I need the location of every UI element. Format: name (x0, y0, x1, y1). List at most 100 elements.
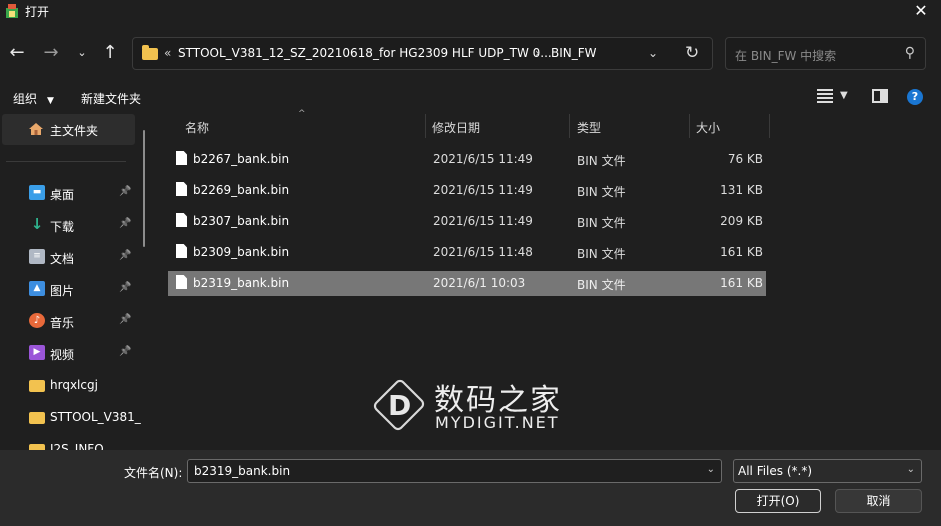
sidebar-item[interactable]: hrqxlcgj (0, 372, 140, 398)
pin-icon: 📌 (119, 250, 132, 261)
sidebar-item[interactable]: ▶ 视频 📌 (0, 340, 140, 366)
desktop-icon: ▬ (29, 185, 45, 200)
search-box[interactable]: 在 BIN_FW 中搜索 ⚲ (725, 37, 926, 70)
sidebar-item-label: I2S_INFO (50, 442, 104, 450)
file-row[interactable]: b2267_bank.bin 2021/6/15 11:49 BIN 文件 76 KB (168, 147, 766, 172)
breadcrumb-parent[interactable]: STTOOL_V381_12_SZ_20210618_for HG2309 HL… (178, 46, 552, 60)
pin-icon: 📌 (119, 346, 132, 357)
picture-icon: ▲ (29, 281, 45, 296)
logo-letter: D (388, 389, 412, 422)
column-divider[interactable] (569, 114, 570, 138)
file-date: 2021/6/15 11:48 (433, 245, 533, 259)
cancel-button[interactable]: 取消 (835, 489, 922, 513)
file-size: 76 KB (727, 152, 763, 166)
sidebar-scrollbar[interactable] (143, 130, 145, 247)
sidebar-item[interactable]: ↓ 下载 📌 (0, 212, 140, 238)
chevron-down-icon[interactable]: ⌄ (707, 464, 715, 475)
sidebar-divider (6, 161, 126, 162)
close-button[interactable]: ✕ (901, 0, 941, 24)
file-icon (176, 182, 187, 196)
pin-icon: 📌 (119, 218, 132, 229)
search-input[interactable]: 在 BIN_FW 中搜索 (735, 47, 836, 64)
sidebar-item[interactable]: STTOOL_V381_ (0, 404, 141, 430)
app-icon (6, 4, 18, 18)
file-name: b2267_bank.bin (193, 152, 290, 166)
file-size: 161 KB (720, 276, 763, 290)
sidebar-item[interactable]: ♪ 音乐 📌 (0, 308, 140, 334)
home-icon (29, 123, 43, 135)
document-icon: ≡ (29, 249, 45, 264)
file-date: 2021/6/15 11:49 (433, 214, 533, 228)
filename-field[interactable]: b2319_bank.bin ⌄ (187, 459, 722, 483)
search-icon: ⚲ (904, 45, 915, 61)
chevron-down-icon[interactable]: ⌄ (907, 464, 915, 475)
file-row[interactable]: b2309_bank.bin 2021/6/15 11:48 BIN 文件 161 K… (168, 240, 766, 265)
column-header-size[interactable]: 大小 (696, 119, 720, 136)
preview-pane-icon[interactable] (872, 89, 888, 103)
download-icon: ↓ (30, 215, 44, 233)
close-icon: ✕ (914, 1, 928, 20)
filename-label: 文件名(N): (124, 466, 183, 480)
help-icon[interactable]: ? (907, 89, 923, 105)
breadcrumb-separator[interactable]: › (535, 46, 540, 60)
sidebar-item-label: 主文件夹 (50, 124, 99, 138)
file-type-value[interactable]: All Files (*.*) (738, 464, 812, 478)
navigation-bar: ← → ⌄ ↑ « STTOOL_V381_12_SZ_20210618_for… (0, 32, 941, 76)
chevron-down-icon: ⌄ (77, 46, 87, 59)
organize-menu[interactable]: 组织 ▼ (13, 90, 54, 107)
file-date: 2021/6/15 11:49 (433, 152, 533, 166)
column-header-type[interactable]: 类型 (577, 119, 601, 136)
refresh-icon[interactable]: ↻ (685, 43, 699, 63)
navigation-pane: 主文件夹 ▬ 桌面 📌 ↓ 下载 📌 ≡ 文档 📌 ▲ 图片 📌 ♪ 音乐 📌 ▶ 视频 📌 hrqxlcgj STT… (0, 114, 150, 450)
column-header-date[interactable]: 修改日期 (432, 119, 480, 136)
recent-locations-button[interactable]: ⌄ (70, 41, 94, 65)
sidebar-item[interactable]: ▲ 图片 📌 (0, 276, 140, 302)
file-type: BIN 文件 (577, 278, 626, 292)
column-divider[interactable] (689, 114, 690, 138)
address-bar[interactable]: « STTOOL_V381_12_SZ_20210618_for HG2309 … (132, 37, 713, 70)
sidebar-item[interactable]: ▬ 桌面 📌 (0, 180, 140, 206)
pin-icon: 📌 (119, 282, 132, 293)
file-row[interactable]: b2269_bank.bin 2021/6/15 11:49 BIN 文件 131 K… (168, 178, 766, 203)
breadcrumb-overflow[interactable]: « (164, 46, 171, 60)
sort-ascending-icon: ^ (298, 109, 306, 119)
sidebar-item[interactable]: ≡ 文档 📌 (0, 244, 140, 270)
file-size: 161 KB (720, 245, 763, 259)
sidebar-item-label: 下载 (50, 220, 75, 234)
sidebar-item-label: STTOOL_V381_ (50, 410, 141, 424)
view-options-icon[interactable]: ▼ (840, 90, 848, 101)
folder-icon (29, 380, 45, 392)
filename-value[interactable]: b2319_bank.bin (194, 464, 290, 478)
window-title: 打开 (25, 5, 50, 19)
dialog-footer: 文件名(N): b2319_bank.bin ⌄ All Files (*.*)… (0, 450, 941, 526)
video-icon: ▶ (29, 345, 45, 360)
file-name: b2307_bank.bin (193, 214, 290, 228)
column-header-name[interactable]: 名称 (185, 119, 209, 136)
breadcrumb-current[interactable]: BIN_FW (551, 46, 597, 60)
back-button[interactable]: ← (5, 41, 29, 65)
forward-button[interactable]: → (39, 41, 63, 65)
column-divider[interactable] (769, 114, 770, 138)
column-divider[interactable] (425, 114, 426, 138)
watermark-text-en: MYDIGIT.NET (435, 413, 560, 432)
caret-down-icon: ▼ (47, 96, 54, 106)
file-name: b2309_bank.bin (193, 245, 290, 259)
sidebar-item[interactable]: I2S_INFO (0, 436, 140, 450)
file-type: BIN 文件 (577, 154, 626, 168)
sidebar-item-home[interactable]: 主文件夹 (2, 114, 135, 145)
sidebar-item-label: 视频 (50, 348, 75, 362)
arrow-left-icon: ← (9, 42, 25, 63)
file-type-select[interactable]: All Files (*.*) ⌄ (733, 459, 922, 483)
file-size: 131 KB (720, 183, 763, 197)
file-icon (176, 213, 187, 227)
command-toolbar: 组织 ▼ 新建文件夹 ▼ ? (0, 84, 941, 112)
open-button[interactable]: 打开(O) (735, 489, 821, 513)
view-list-icon[interactable] (817, 89, 833, 103)
file-icon (176, 275, 187, 289)
up-button[interactable]: ↑ (98, 41, 122, 65)
address-dropdown-icon[interactable]: ⌄ (648, 46, 658, 60)
new-folder-button[interactable]: 新建文件夹 (81, 90, 141, 107)
arrow-up-icon: ↑ (102, 42, 118, 63)
file-row[interactable]: b2319_bank.bin 2021/6/1 10:03 BIN 文件 161 KB (168, 271, 766, 296)
file-row[interactable]: b2307_bank.bin 2021/6/15 11:49 BIN 文件 209 K… (168, 209, 766, 234)
